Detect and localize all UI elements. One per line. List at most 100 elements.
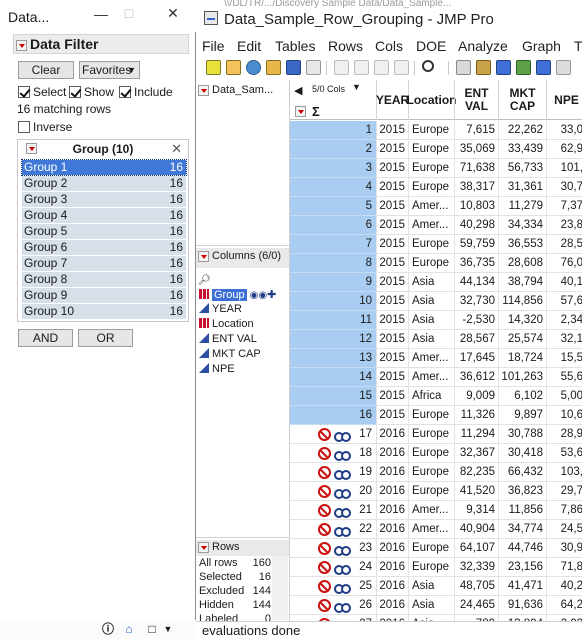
row-number[interactable]: 5 (290, 197, 376, 216)
menu-file[interactable]: File (202, 38, 225, 54)
table-cell[interactable]: 11,279 (498, 197, 546, 216)
row-number[interactable]: 8 (290, 254, 376, 273)
new-script-icon[interactable] (226, 60, 241, 75)
table-cell[interactable]: -2,530 (454, 311, 498, 330)
column-year[interactable]: YEAR (199, 303, 242, 318)
table-cell[interactable]: 32,339 (454, 558, 498, 577)
table-cell[interactable]: 2015 (376, 349, 408, 368)
table-row[interactable]: 8 2015 Europe 36,735 28,608 76,0 (290, 254, 582, 273)
row-number[interactable]: 22 (290, 520, 376, 539)
table-row[interactable]: 11 2015 Asia -2,530 14,320 2,34 (290, 311, 582, 330)
table-cell[interactable]: Amer... (408, 368, 454, 387)
table-cell[interactable]: 2015 (376, 292, 408, 311)
table-cell[interactable]: 2015 (376, 216, 408, 235)
table-cell[interactable]: 2015 (376, 330, 408, 349)
table-cell[interactable]: 9,897 (498, 406, 546, 425)
table-cell[interactable]: 28,5 (546, 235, 582, 254)
table-cell[interactable]: Europe (408, 159, 454, 178)
table-cell[interactable]: 101,263 (498, 368, 546, 387)
header-npe[interactable]: NPE (546, 80, 582, 120)
table-cell[interactable]: Amer... (408, 216, 454, 235)
table-cell[interactable]: 91,636 (498, 596, 546, 615)
and-button[interactable]: AND (18, 329, 73, 347)
table-cell[interactable]: 11,326 (454, 406, 498, 425)
red-triangle-menu-icon[interactable] (295, 106, 306, 117)
table-row[interactable]: 2 2015 Europe 35,069 33,439 62,9 (290, 140, 582, 159)
table-cell[interactable]: 2015 (376, 406, 408, 425)
table-cell[interactable]: 36,735 (454, 254, 498, 273)
row-number[interactable]: 4 (290, 178, 376, 197)
table-row[interactable]: 4 2015 Europe 38,317 31,361 30,7 (290, 178, 582, 197)
table-row[interactable]: 23 2016 Europe 64,107 44,746 30,9 (290, 539, 582, 558)
table-row[interactable]: 17 2016 Europe 11,294 30,788 28,9 (290, 425, 582, 444)
table-cell[interactable]: Europe (408, 482, 454, 501)
table-cell[interactable]: 114,856 (498, 292, 546, 311)
red-triangle-menu-icon[interactable] (198, 84, 209, 96)
paste-special-icon[interactable] (394, 60, 409, 75)
new-data-table-icon[interactable] (206, 60, 221, 75)
table-cell[interactable]: 53,6 (546, 444, 582, 463)
red-triangle-menu-icon[interactable] (198, 541, 209, 553)
rows-scrollbar[interactable] (272, 556, 288, 620)
sigma-icon[interactable]: Σ (312, 104, 320, 119)
table-cell[interactable]: 5,00 (546, 387, 582, 406)
table-cell[interactable]: 7,86 (546, 501, 582, 520)
table-cell[interactable]: 28,608 (498, 254, 546, 273)
table-cell[interactable]: 2016 (376, 501, 408, 520)
table-row[interactable]: 1 2015 Europe 7,615 22,262 33,0 (290, 121, 582, 140)
data-table-list-icon[interactable] (456, 60, 471, 75)
table-cell[interactable]: 10,6 (546, 406, 582, 425)
inverse-checkbox[interactable]: Inverse (18, 120, 72, 135)
table-cell[interactable]: Europe (408, 121, 454, 140)
table-cell[interactable]: Asia (408, 330, 454, 349)
group-item[interactable]: Group 8 16 (22, 272, 186, 287)
table-cell[interactable]: Europe (408, 444, 454, 463)
show-checkbox[interactable]: Show (69, 85, 114, 100)
table-cell[interactable]: 82,235 (454, 463, 498, 482)
table-cell[interactable]: 2016 (376, 482, 408, 501)
table-cell[interactable]: 28,567 (454, 330, 498, 349)
data-filter-header[interactable]: Data Filter (13, 34, 189, 54)
row-number[interactable]: 14 (290, 368, 376, 387)
move-handle-icon[interactable]: ✚ (267, 289, 276, 301)
menu-rows[interactable]: Rows (328, 38, 363, 54)
table-cell[interactable]: Europe (408, 406, 454, 425)
table-cell[interactable]: 2015 (376, 254, 408, 273)
table-name-header[interactable]: Data_Sam... (198, 84, 273, 100)
table-cell[interactable]: 64,107 (454, 539, 498, 558)
table-cell[interactable]: Europe (408, 425, 454, 444)
table-cell[interactable]: 9,009 (454, 387, 498, 406)
collapse-left-icon[interactable]: ◀ (294, 84, 302, 97)
table-cell[interactable]: 23,8 (546, 216, 582, 235)
table-cell[interactable]: 31,361 (498, 178, 546, 197)
row-number[interactable]: 15 (290, 387, 376, 406)
row-number[interactable]: 1 (290, 121, 376, 140)
open-folder-icon[interactable] (266, 60, 281, 75)
table-cell[interactable]: 55,6 (546, 368, 582, 387)
python-icon[interactable] (246, 60, 261, 75)
table-cell[interactable]: Europe (408, 558, 454, 577)
table-cell[interactable]: 24,5 (546, 520, 582, 539)
table-cell[interactable]: 10,803 (454, 197, 498, 216)
table-cell[interactable]: 41,520 (454, 482, 498, 501)
column-mkt-cap[interactable]: MKT CAP (199, 348, 261, 363)
row-number[interactable]: 21 (290, 501, 376, 520)
column-ent-val[interactable]: ENT VAL (199, 333, 257, 348)
print-icon[interactable] (306, 60, 321, 75)
table-cell[interactable]: 11,856 (498, 501, 546, 520)
copy-icon[interactable] (354, 60, 369, 75)
table-cell[interactable]: 11,294 (454, 425, 498, 444)
table-cell[interactable]: 101, (546, 159, 582, 178)
row-number[interactable]: 26 (290, 596, 376, 615)
table-row[interactable]: 26 2016 Asia 24,465 91,636 64,2 (290, 596, 582, 615)
row-number[interactable]: 23 (290, 539, 376, 558)
table-cell[interactable]: 2015 (376, 178, 408, 197)
table-cell[interactable]: Amer... (408, 349, 454, 368)
menu-analyze[interactable]: Analyze (458, 38, 508, 54)
table-cell[interactable]: 15,5 (546, 349, 582, 368)
table-cell[interactable]: 2015 (376, 140, 408, 159)
table-cell[interactable]: 40,2 (546, 577, 582, 596)
table-cell[interactable]: 30,788 (498, 425, 546, 444)
close-icon[interactable]: ✕ (171, 141, 182, 157)
row-number[interactable]: 11 (290, 311, 376, 330)
